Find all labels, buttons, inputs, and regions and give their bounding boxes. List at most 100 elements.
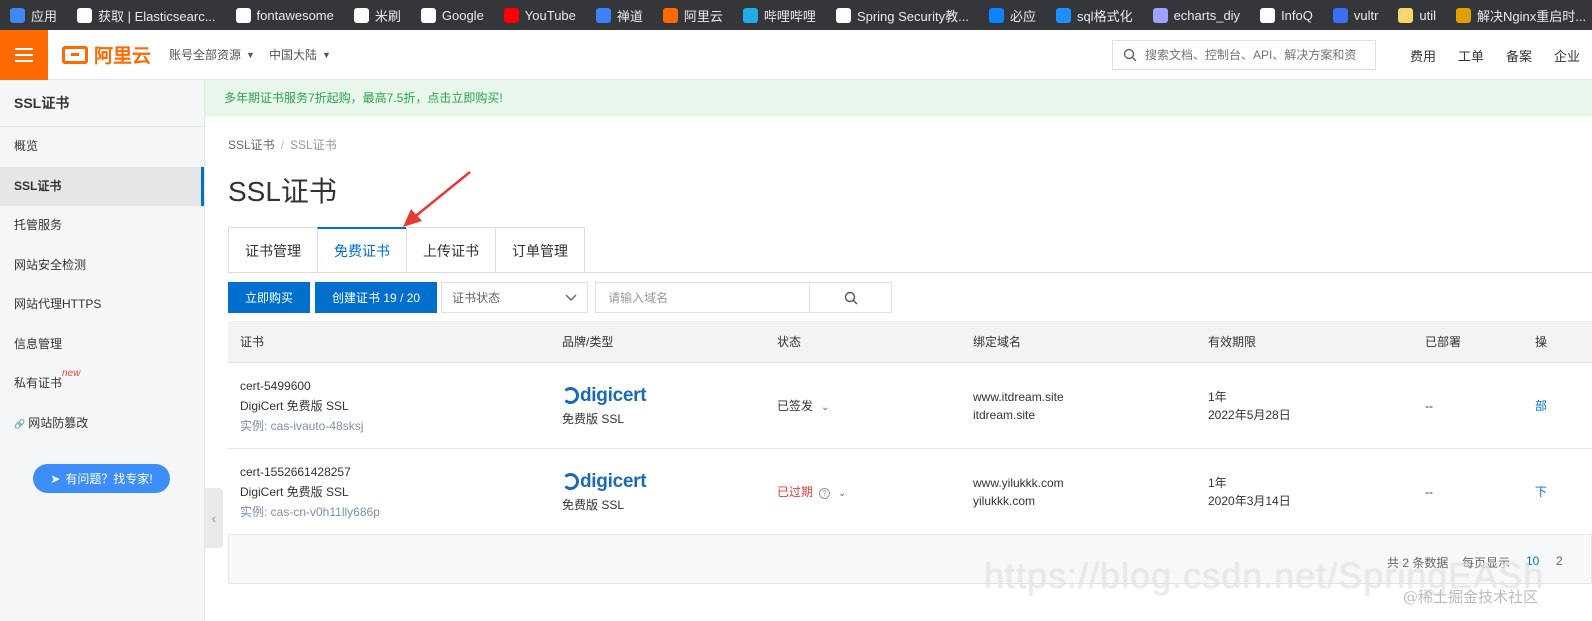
bookmark-label: 阿里云 [683, 8, 723, 24]
bookmark-label: 禅道 [616, 8, 643, 24]
expiry-date: 2022年5月28日 [1208, 407, 1291, 422]
sidebar-item-label: 托管服务 [14, 218, 63, 232]
col-header-validity: 有效期限 [1208, 335, 1257, 349]
bookmark-item[interactable]: 禅道 [595, 6, 643, 25]
bookmark-item[interactable]: echarts_diy [1152, 7, 1240, 23]
bookmark-item[interactable]: 哔哩哔哩 [742, 6, 816, 25]
top-link[interactable]: 工单 [1458, 46, 1484, 65]
chevron-down-icon[interactable]: ⌄ [838, 488, 846, 499]
bookmark-label: 获取 | Elasticsearc... [98, 8, 216, 24]
promo-banner[interactable]: 多年期证书服务7折起购，最高7.5折，点击立即购买! [205, 80, 1592, 117]
aliyun-icon [662, 7, 678, 23]
account-dropdown-label: 账号全部资源 [169, 48, 242, 62]
sidebar-item[interactable]: 信息管理 [0, 325, 204, 365]
bookmark-label: fontawesome [256, 7, 334, 23]
snail-icon [1456, 7, 1472, 23]
action-link[interactable]: 部 [1535, 397, 1592, 414]
bing-icon [988, 7, 1004, 23]
sidebar-item[interactable]: 网站安全检测 [0, 246, 204, 286]
bookmark-label: InfoQ [1281, 7, 1313, 23]
help-icon[interactable]: ? [819, 488, 831, 499]
table-row: cert-5499600 DigiCert 免费版 SSL 实例: cas-ivau… [228, 363, 1592, 449]
folder-icon [1398, 7, 1414, 23]
bookmark-item[interactable]: fontawesome [235, 7, 334, 23]
juejin-watermark: @稀土掘金技术社区 [1403, 588, 1539, 606]
bookmark-item[interactable]: InfoQ [1260, 7, 1313, 23]
bookmark-item[interactable]: 应用 [10, 6, 57, 25]
global-search[interactable] [1112, 40, 1376, 70]
digicert-logo-icon [562, 473, 579, 490]
global-search-input[interactable] [1145, 48, 1365, 62]
domain-cell: www.itdream.site itdream.site [973, 388, 1208, 424]
status-cell[interactable]: 已签发 ⌄ [777, 397, 973, 414]
action-link[interactable]: 下 [1535, 483, 1592, 500]
top-link[interactable]: 费用 [1410, 46, 1436, 65]
top-navbar: 阿里云 账号全部资源 ▼ 中国大陆 ▼ 费用 工单 备案 企业 [0, 29, 1592, 80]
chevron-down-icon[interactable]: ⌄ [821, 402, 829, 413]
breadcrumb: SSL证书 / SSL证书 [228, 136, 337, 153]
digicert-logo: digicert [562, 471, 777, 493]
top-link[interactable]: 企业 [1554, 46, 1580, 65]
sidebar-item-label: 网站防篡改 [28, 415, 89, 430]
sidebar-item[interactable]: SSL证书 [0, 166, 204, 206]
col-header-status: 状态 [777, 335, 802, 349]
bookmark-item[interactable]: YouTube [503, 7, 576, 23]
bookmark-item[interactable]: sql格式化 [1055, 6, 1133, 25]
domain-search-button[interactable] [810, 282, 893, 313]
bold-b-icon [835, 7, 851, 23]
bookmark-label: 应用 [31, 8, 58, 24]
account-dropdown[interactable]: 账号全部资源 ▼ [169, 46, 255, 63]
cert-product: DigiCert 免费版 SSL [240, 398, 349, 413]
validity-cell: 1年 2020年3月14日 [1208, 474, 1425, 510]
cert-name: cert-5499600 [240, 378, 311, 393]
menu-button[interactable] [0, 29, 48, 80]
region-dropdown[interactable]: 中国大陆 ▼ [269, 46, 331, 63]
create-cert-button[interactable]: 创建证书 19 / 20 [315, 282, 438, 313]
domain-secondary: yilukkk.com [973, 493, 1036, 508]
search-icon [844, 291, 858, 304]
tab-upload-cert[interactable]: 上传证书 [406, 227, 495, 273]
cert-name: cert-1552661428257 [240, 464, 351, 479]
page-title: SSL证书 [228, 176, 337, 207]
bookmark-item[interactable]: util [1398, 7, 1436, 23]
bookmark-item[interactable]: 阿里云 [662, 6, 723, 25]
tab-bar: 证书管理 免费证书 上传证书 订单管理 [228, 227, 585, 273]
bookmark-item[interactable]: Spring Security教... [835, 6, 969, 25]
cert-status-select[interactable]: 证书状态 [441, 282, 589, 313]
chevron-left-icon: ‹ [211, 510, 217, 526]
top-link[interactable]: 备案 [1506, 46, 1532, 65]
status-cell[interactable]: 已过期? ⌄ [777, 483, 973, 500]
breadcrumb-separator: / [280, 138, 285, 152]
cert-type: 免费版 SSL [562, 497, 625, 512]
tab-cert-management[interactable]: 证书管理 [228, 227, 317, 273]
sidebar-item[interactable]: 概览 [0, 127, 204, 167]
bookmark-item[interactable]: 米刷 [353, 6, 401, 25]
ask-expert-button[interactable]: ➤ 有问题？找专家! [33, 464, 170, 493]
bookmark-label: vultr [1353, 7, 1379, 23]
bookmark-item[interactable]: vultr [1332, 7, 1379, 23]
deployed-cell: -- [1425, 484, 1433, 499]
sidebar-collapse-toggle[interactable]: ‹ [205, 488, 223, 548]
sidebar-item[interactable]: 网站代理HTTPS [0, 285, 204, 325]
sidebar-item[interactable]: 托管服务 [0, 206, 204, 246]
sidebar-item-label: 网站安全检测 [14, 257, 87, 272]
bookmark-item[interactable]: 获取 | Elasticsearc... [77, 6, 216, 25]
bookmark-item[interactable]: 必应 [988, 6, 1036, 25]
sidebar-item[interactable]: 🔗 网站防篡改 [0, 404, 204, 444]
brand-cell: digicert 免费版 SSL [562, 385, 777, 427]
top-links: 费用 工单 备案 企业 [1410, 30, 1580, 80]
sidebar-item[interactable]: 私有证书 new [0, 364, 204, 404]
bookmark-item[interactable]: 解决Nginx重启时... [1456, 6, 1586, 25]
aliyun-logo[interactable]: 阿里云 [62, 41, 151, 68]
tab-order-management[interactable]: 订单管理 [495, 227, 585, 273]
page-size-option[interactable]: 2 [1556, 554, 1563, 568]
domain-search-input[interactable]: 请输入域名 [595, 282, 811, 313]
breadcrumb-item[interactable]: SSL证书 [228, 138, 275, 152]
tab-free-cert[interactable]: 免费证书 [317, 227, 406, 273]
buy-now-button[interactable]: 立即购买 [228, 282, 311, 313]
main-content: SSL证书 / SSL证书 SSL证书 证书管理 免费证书 上传证书 订单管理 立即… [228, 117, 1592, 621]
aliyun-logo-icon [62, 45, 88, 64]
toolbar: 立即购买 创建证书 19 / 20 证书状态 请输入域名 [228, 282, 893, 313]
bookmark-item[interactable]: Google [420, 7, 484, 23]
cert-type: 免费版 SSL [562, 411, 625, 426]
